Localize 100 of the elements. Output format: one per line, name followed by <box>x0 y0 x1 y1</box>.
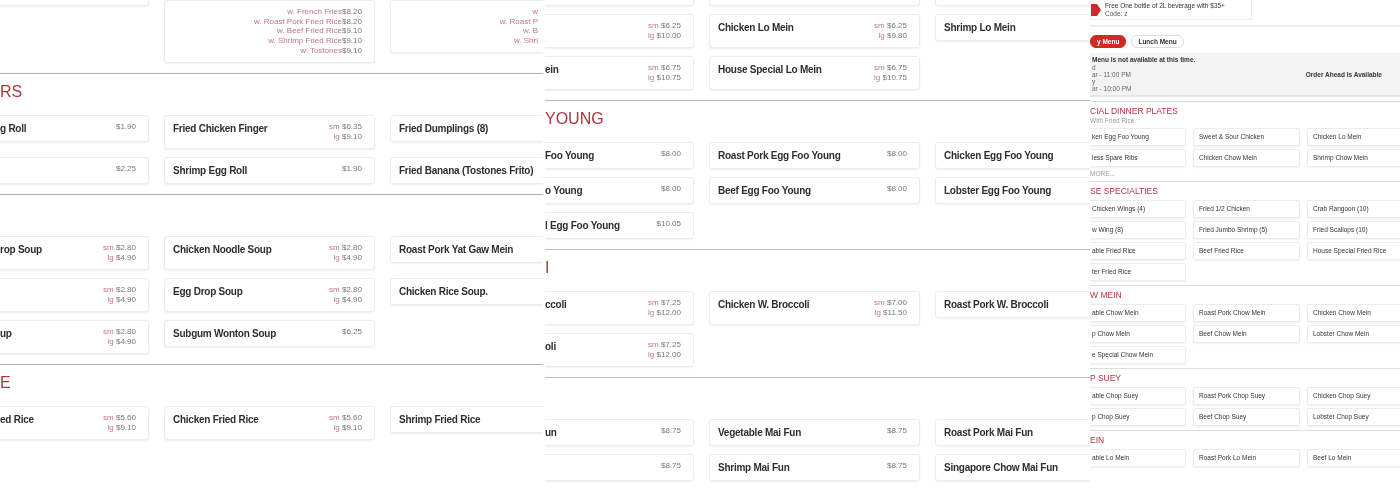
item-name: Roast Pork Egg Foo Young <box>718 149 841 162</box>
option-price: w. Tostones$9.10 <box>299 45 362 56</box>
item-name: rop Soup <box>0 242 42 256</box>
item-price: lg $9.80 <box>877 31 907 41</box>
menu-item-card[interactable]: w. French Fries$8.20 w. Roast Pork Fried Rice$8.20 w. Beef Fried Rice$9.10 w. Shrimp Fried Rice$9.10 w. Tostones$9.10 <box>164 0 375 63</box>
item-name: o Young <box>545 184 583 197</box>
item-price: sm $2.80 <box>103 284 136 295</box>
menu-item-card[interactable]: Fried Chicken Finger sm $6.35 lg $9.10 <box>164 114 375 149</box>
section-heading: P SUEY <box>1090 373 1123 383</box>
menu-item-card[interactable]: Chicken Noodle Soup sm $2.80 lg $4.90 <box>164 235 375 270</box>
menu-item-card[interactable]: Shrimp Mai Fun $8.75 <box>709 454 920 481</box>
item-price: $2.25 <box>115 163 136 174</box>
menu-item-card[interactable]: Chicken Egg Foo Young <box>935 142 1090 169</box>
menu-item-card[interactable]: $8.75 <box>545 454 694 481</box>
item-name: Shrimp Lo Mein <box>944 21 1016 34</box>
item-name: Chicken W. Broccoli <box>718 298 810 311</box>
menu-item-card[interactable]: sm $2.80 lg $4.90 <box>0 277 149 312</box>
section-heading: EIN <box>1090 435 1106 445</box>
menu-item-card[interactable]: Roast Pork Mai Fun <box>935 419 1090 446</box>
item-name: ein <box>545 63 559 76</box>
item-name: ed Rice <box>0 412 34 426</box>
menu-item-card[interactable]: Chicken Fried Rice sm $5.60 lg $9.10 <box>164 405 375 440</box>
menu-item-card[interactable]: Shrimp Fried Rice <box>390 405 543 433</box>
option-price: w. Shri <box>513 36 538 46</box>
menu-item-card[interactable]: Egg Drop Soup sm $2.80 lg $4.90 <box>164 277 375 312</box>
menu-item-card[interactable]: un $8.75 <box>545 419 694 446</box>
item-price: lg $10.75 <box>648 73 681 83</box>
menu-item-card[interactable]: o Young $8.00 <box>545 177 694 204</box>
item-name: Foo Young <box>545 149 595 162</box>
menu-item-card[interactable]: Roast Pork Yat Gaw Mein <box>390 235 543 263</box>
menu-item-card[interactable]: Vegetable Mai Fun $8.75 <box>709 419 920 446</box>
menu-item-card[interactable]: House Special Lo Mein sm $6.75 lg $10.75 <box>709 56 920 90</box>
menu-item-card[interactable]: sm $6.25 lg $10.00 <box>545 14 694 48</box>
menu-item-card[interactable]: Fried Dumplings (8) <box>390 114 543 142</box>
item-price: lg $4.90 <box>332 252 362 263</box>
menu-item-card[interactable]: ed Rice sm $5.60 lg $9.10 <box>0 405 149 440</box>
option-price: w. Shrimp Fried Rice$9.10 <box>267 36 362 46</box>
option-price: w. French Fries$8.20 <box>286 7 362 17</box>
menu-item-card[interactable]: Shrimp Egg Roll $1.90 <box>164 156 375 184</box>
item-price: $6.25 <box>341 326 362 337</box>
item-name: oli <box>545 340 556 353</box>
menu-item-card[interactable]: Chicken Rice Soup. <box>390 277 543 305</box>
item-name: Singapore Chow Mai Fun <box>944 461 1058 474</box>
item-name: Beef Egg Foo Young <box>718 184 811 197</box>
section-heading: SE SPECIALTIES <box>1090 186 1159 196</box>
menu-item-card[interactable]: ein sm $6.75 lg $10.75 <box>545 56 694 90</box>
item-price: sm $2.80 <box>329 242 362 253</box>
menu-item-card[interactable]: Roast Pork Egg Foo Young $8.00 <box>709 142 920 169</box>
menu-item-card[interactable]: Fried Banana (Tostones Frito) <box>390 156 543 184</box>
menu-item-card[interactable]: ccoli sm $7.25 lg $12.00 <box>545 291 694 325</box>
item-name: l Egg Foo Young <box>545 219 620 232</box>
menu-item-card[interactable]: Chicken Lo Mein sm $6.25 lg $9.80 <box>709 14 920 48</box>
item-name: Fried Banana (Tostones Frito) <box>399 163 534 177</box>
menu-item-card[interactable]: Chicken W. Broccoli sm $7.00 lg $11.50 <box>709 291 920 325</box>
menu-item-card[interactable]: Roast Pork W. Broccoli <box>935 291 1090 318</box>
item-price: $8.75 <box>886 426 907 436</box>
item-name: Egg Drop Soup <box>173 284 243 298</box>
menu-item-card[interactable]: Lobster Egg Foo Young <box>935 177 1090 204</box>
menu-item-card[interactable]: Singapore Chow Mai Fun <box>935 454 1090 481</box>
option-price: w. Roast Pork Fried Rice$8.20 <box>253 16 362 27</box>
item-price: lg $9.10 <box>332 422 362 433</box>
item-price: lg $12.00 <box>648 350 681 360</box>
item-name: Chicken Egg Foo Young <box>944 149 1054 162</box>
item-price: lg $4.90 <box>106 252 136 263</box>
menu-item-card[interactable]: $2.25 <box>0 156 149 184</box>
item-price: sm $2.80 <box>329 284 362 295</box>
menu-item-card[interactable]: up sm $2.80 lg $4.90 <box>0 319 149 354</box>
option-price: w. Roast P <box>499 16 538 27</box>
item-price: sm $6.75 <box>648 63 681 73</box>
menu-item-card[interactable]: Foo Young $8.00 <box>545 142 694 169</box>
item-price: sm $6.75 <box>874 63 907 73</box>
item-name: Chicken Noodle Soup <box>173 242 272 256</box>
menu-item-card[interactable]: l Egg Foo Young $10.05 <box>545 212 694 239</box>
item-price: lg $12.00 <box>648 308 681 318</box>
item-price: lg $10.75 <box>874 73 907 83</box>
item-price: sm $2.80 <box>103 242 136 253</box>
item-name: ccoli <box>545 298 567 311</box>
menu-item-card[interactable]: w w. Roast P w. B w. Shri <box>390 0 543 53</box>
item-name: up <box>0 326 12 340</box>
item-price: $8.00 <box>886 184 907 194</box>
menu-item-card[interactable]: g Roll $1.90 <box>0 114 149 142</box>
menu-item-card[interactable]: Beef Egg Foo Young $8.00 <box>709 177 920 204</box>
item-name: Chicken Lo Mein <box>718 21 794 34</box>
menu-item-card[interactable]: oli sm $7.25 lg $12.00 <box>545 333 694 367</box>
option-price: w <box>531 7 538 17</box>
menu-item-card[interactable]: Shrimp Lo Mein <box>935 14 1090 41</box>
item-price: sm $2.80 <box>103 326 136 337</box>
section-heading: I <box>545 258 551 278</box>
item-price: sm $6.25 <box>648 21 681 31</box>
item-price: lg $11.50 <box>874 308 907 318</box>
menu-item-card[interactable]: rop Soup sm $2.80 lg $4.90 <box>0 235 149 270</box>
card-background[interactable] <box>935 0 1090 6</box>
section-heading: W MEIN <box>1090 290 1123 300</box>
menu-item-card[interactable]: Subgum Wonton Soup $6.25 <box>164 319 375 347</box>
item-name: Chicken Rice Soup. <box>399 284 488 298</box>
item-price: sm $5.60 <box>329 412 362 423</box>
item-price: $8.00 <box>886 149 907 159</box>
item-name: Fried Dumplings (8) <box>399 121 489 135</box>
item-price: $8.00 <box>660 149 681 159</box>
item-price: lg $10.00 <box>648 31 681 41</box>
